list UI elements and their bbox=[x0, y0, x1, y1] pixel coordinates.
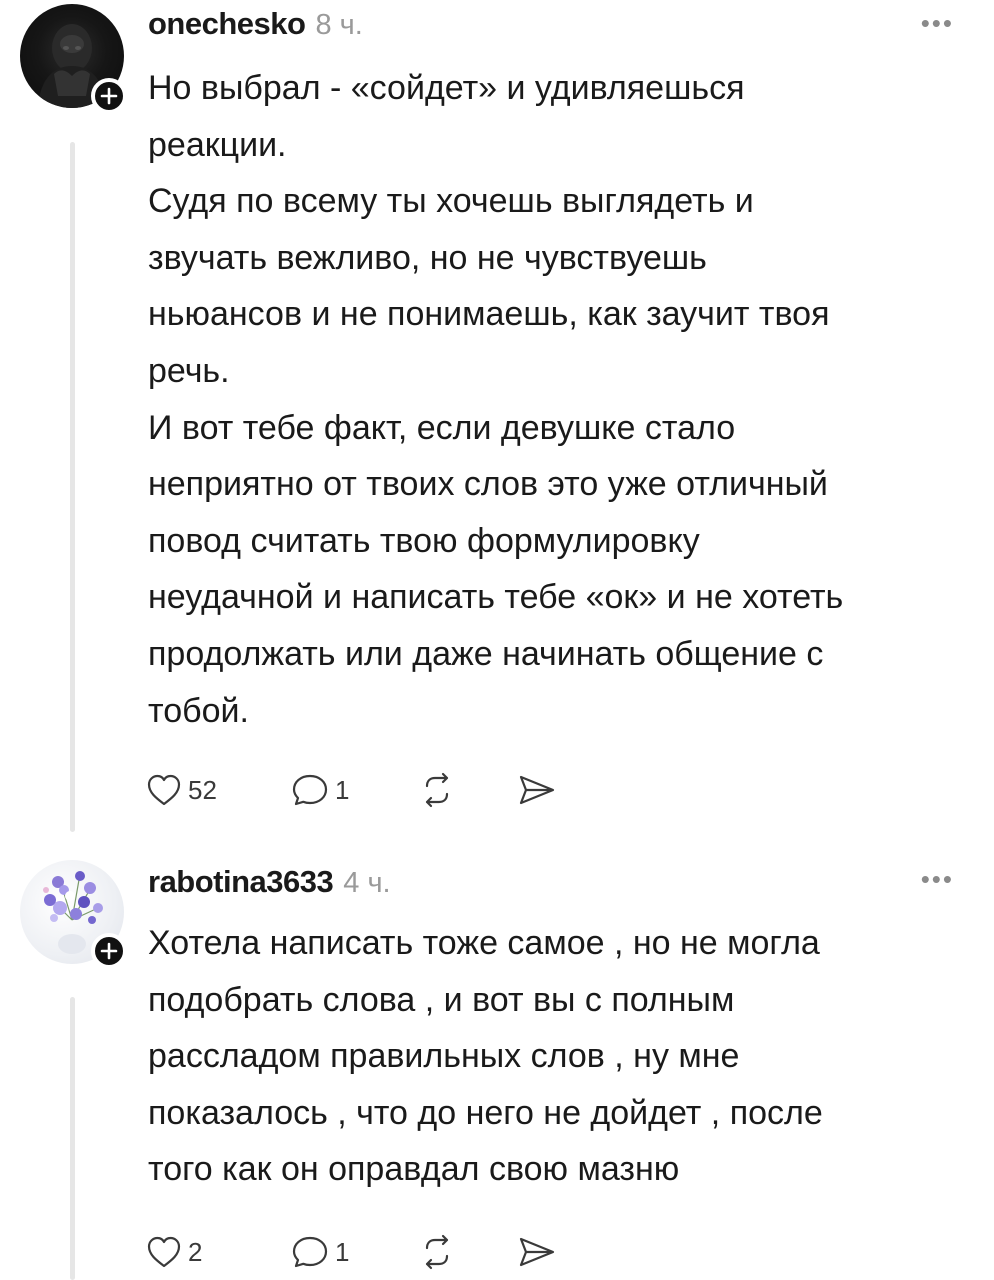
speech-bubble-icon bbox=[292, 1236, 328, 1268]
speech-bubble-icon bbox=[292, 774, 328, 806]
timestamp: 4 ч. bbox=[343, 867, 391, 899]
comment-header: rabotina3633 4 ч. bbox=[148, 864, 391, 900]
comment-text: Хотела написать тоже самое , но не могла… bbox=[148, 924, 823, 1189]
follow-button[interactable] bbox=[91, 78, 127, 114]
plus-icon bbox=[100, 942, 118, 960]
repost-icon bbox=[425, 1234, 449, 1270]
like-count: 2 bbox=[188, 1236, 203, 1267]
more-dots-icon[interactable]: ••• bbox=[921, 8, 954, 39]
action-bar: 2 1 bbox=[146, 1232, 557, 1272]
more-dots-icon[interactable]: ••• bbox=[921, 864, 954, 895]
comment-text: Но выбрал - «сойдет» и удивляешься реакц… bbox=[148, 69, 844, 730]
comment: onechesko 8 ч. ••• Но выбрал - «сойдет» … bbox=[0, 0, 994, 835]
send-icon bbox=[519, 775, 555, 805]
heart-icon bbox=[147, 1236, 181, 1268]
send-icon bbox=[519, 1237, 555, 1267]
like-button[interactable]: 2 bbox=[146, 1235, 291, 1269]
reply-count: 1 bbox=[335, 774, 350, 805]
heart-icon bbox=[147, 774, 181, 806]
timestamp: 8 ч. bbox=[315, 9, 363, 41]
reply-count: 1 bbox=[335, 1236, 350, 1267]
comment: rabotina3633 4 ч. ••• Хотела написать то… bbox=[0, 840, 994, 1280]
repost-button[interactable] bbox=[419, 772, 517, 808]
repost-button[interactable] bbox=[419, 1234, 517, 1270]
reply-button[interactable]: 1 bbox=[291, 772, 419, 808]
plus-icon bbox=[100, 87, 118, 105]
action-bar: 52 1 bbox=[146, 770, 557, 810]
comment-header: onechesko 8 ч. bbox=[148, 6, 363, 42]
repost-icon bbox=[425, 772, 449, 808]
username[interactable]: onechesko bbox=[148, 6, 306, 42]
thread-line bbox=[70, 997, 75, 1280]
username[interactable]: rabotina3633 bbox=[148, 864, 334, 900]
thread-line bbox=[70, 142, 75, 832]
like-button[interactable]: 52 bbox=[146, 773, 291, 807]
share-button[interactable] bbox=[517, 1235, 557, 1269]
follow-button[interactable] bbox=[91, 933, 127, 969]
share-button[interactable] bbox=[517, 773, 557, 807]
reply-button[interactable]: 1 bbox=[291, 1234, 419, 1270]
like-count: 52 bbox=[188, 774, 217, 805]
